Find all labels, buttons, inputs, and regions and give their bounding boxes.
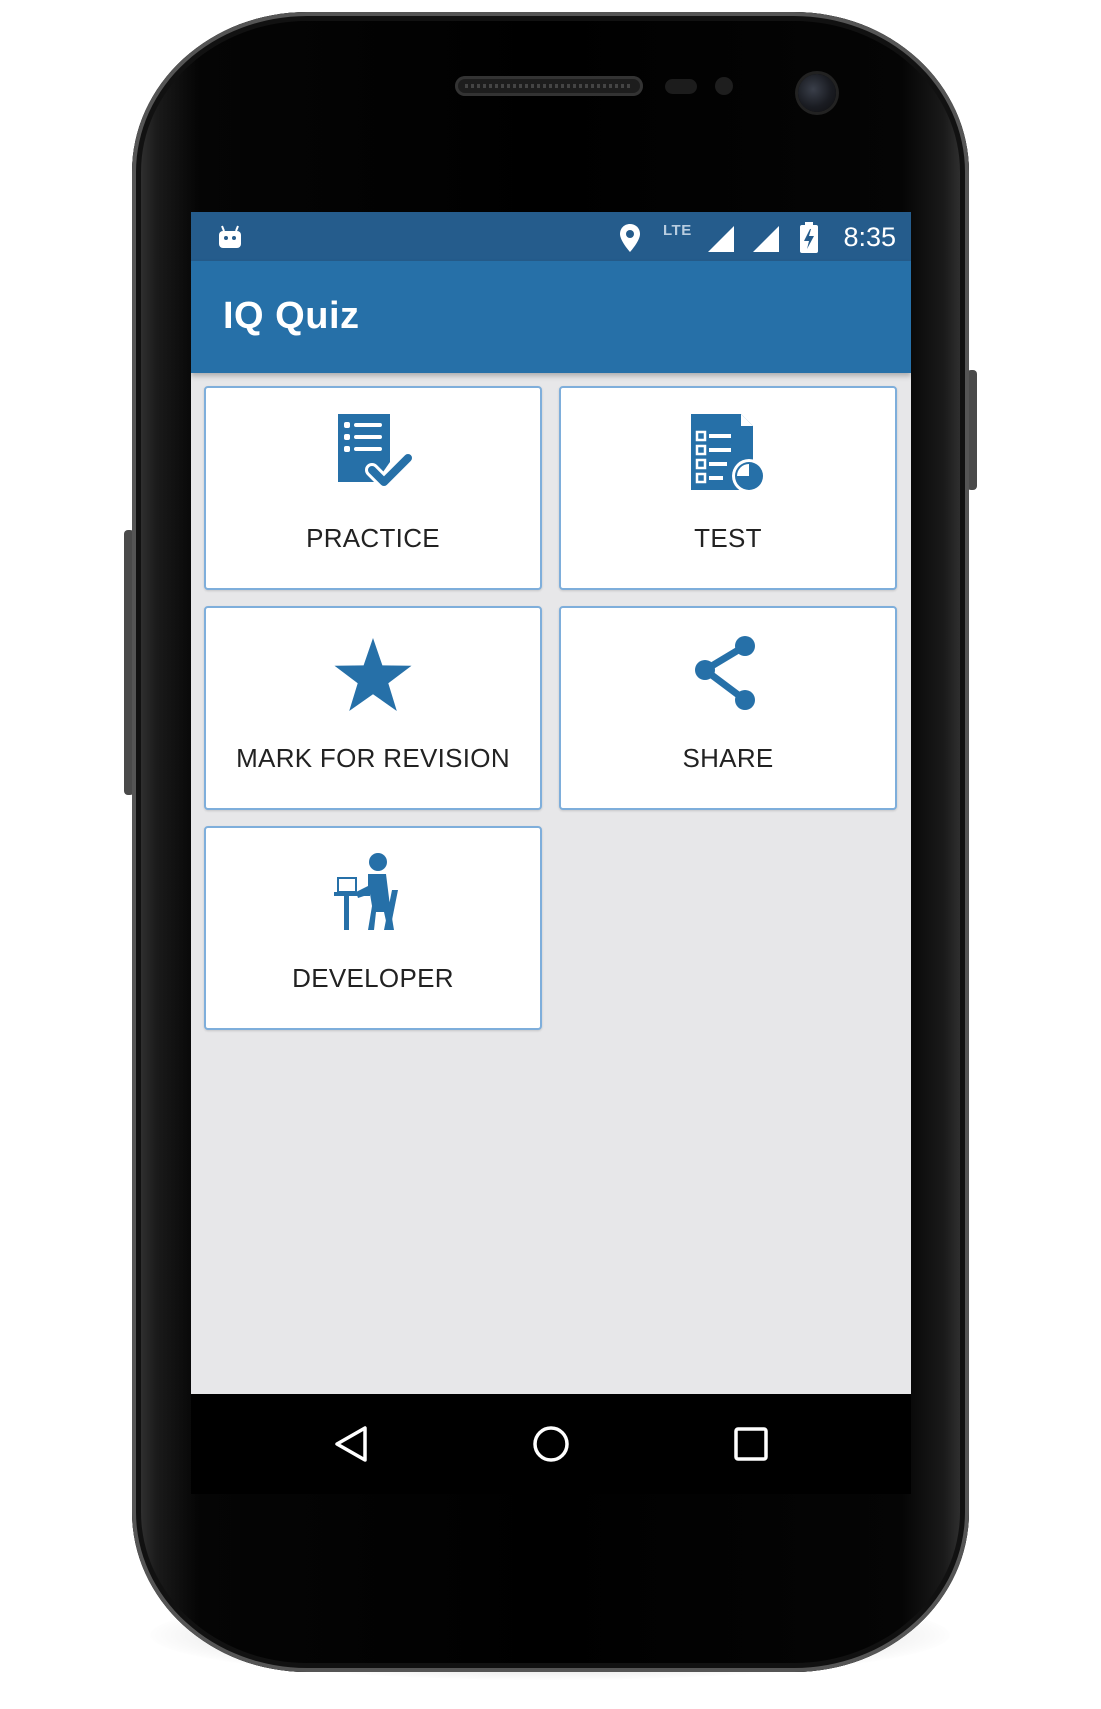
developer-label: DEVELOPER	[292, 963, 454, 993]
battery-charging-icon	[800, 222, 818, 253]
device-mockup: LTE 8:35 IQ Quiz PRACTICE TEST MARK FOR …	[0, 0, 1101, 1709]
light-sensor	[715, 77, 733, 95]
status-clock: 8:35	[843, 222, 896, 252]
navigation-bar	[191, 1394, 911, 1494]
developer-button[interactable]: DEVELOPER	[204, 826, 542, 1030]
status-bar: LTE 8:35	[191, 212, 911, 261]
share-label: SHARE	[682, 743, 774, 773]
test-button[interactable]: TEST	[559, 386, 897, 590]
test-document-icon	[691, 414, 766, 493]
lte-network-icon: LTE	[663, 222, 692, 239]
earpiece-speaker	[455, 76, 643, 96]
app-title: IQ Quiz	[223, 295, 360, 337]
recent-apps-icon[interactable]	[731, 1424, 771, 1464]
star-icon	[334, 638, 412, 711]
android-notification-icon	[219, 225, 241, 248]
app-bar: IQ Quiz	[191, 261, 911, 373]
mark-for-revision-label: MARK FOR REVISION	[236, 743, 510, 773]
test-label: TEST	[694, 523, 762, 553]
checklist-icon	[338, 414, 415, 489]
share-button[interactable]: SHARE	[559, 606, 897, 810]
share-icon	[695, 636, 755, 710]
mark-for-revision-button[interactable]: MARK FOR REVISION	[204, 606, 542, 810]
practice-button[interactable]: PRACTICE	[204, 386, 542, 590]
front-camera	[798, 74, 836, 112]
location-icon	[620, 224, 640, 252]
menu-grid: PRACTICE TEST MARK FOR REVISION SHARE DE…	[191, 373, 911, 1323]
home-icon[interactable]	[531, 1424, 571, 1464]
network-label: LTE	[663, 222, 692, 239]
back-icon[interactable]	[331, 1424, 371, 1464]
signal-strength-icon	[708, 226, 734, 252]
signal-strength-icon	[753, 226, 779, 252]
practice-label: PRACTICE	[306, 523, 440, 553]
proximity-sensor	[665, 79, 697, 94]
screen: LTE 8:35 IQ Quiz PRACTICE TEST MARK FOR …	[191, 212, 911, 1494]
developer-icon	[334, 853, 398, 930]
